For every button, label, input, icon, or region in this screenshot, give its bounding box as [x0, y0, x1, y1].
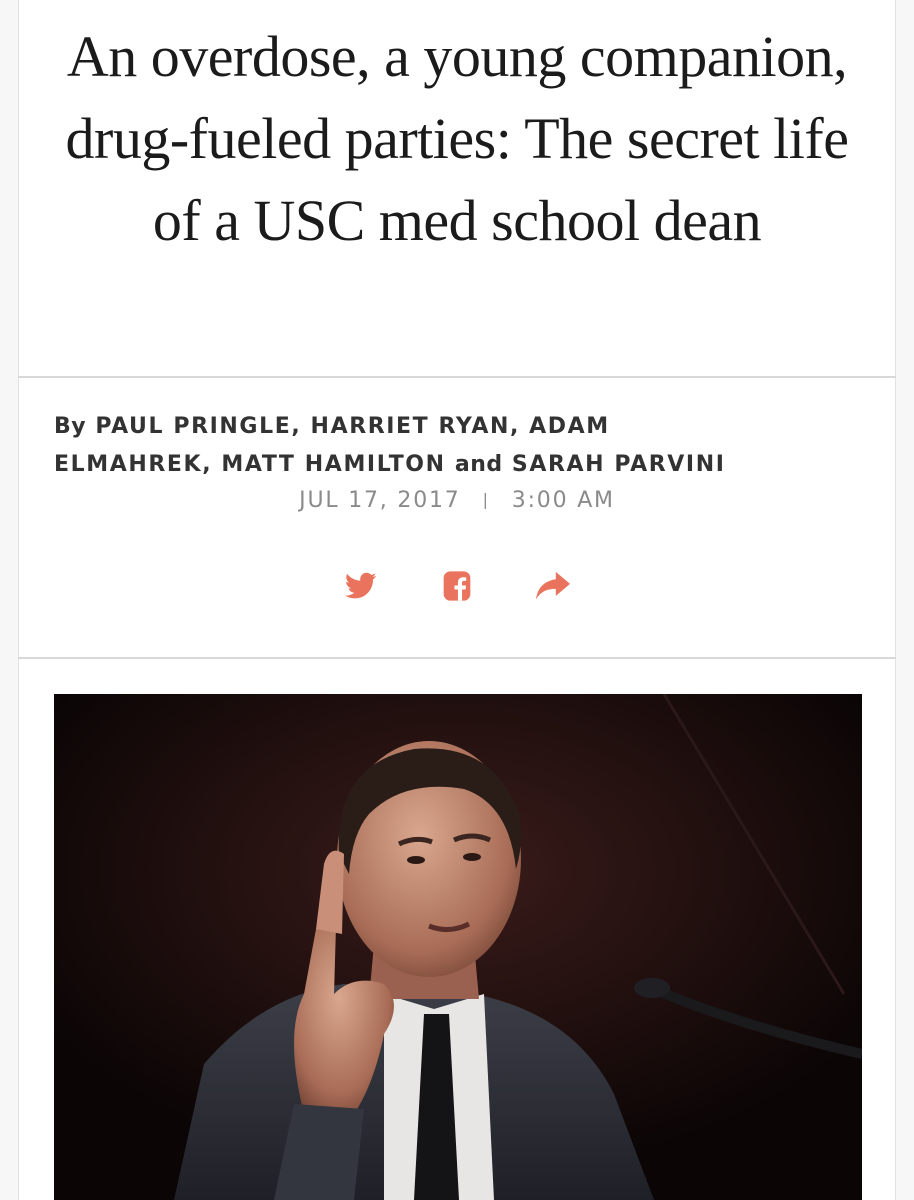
article-dateline: JUL 17, 2017 | 3:00 AM [0, 488, 914, 513]
divider-bottom [18, 657, 896, 659]
share-bar [0, 566, 914, 606]
publish-date: JUL 17, 2017 [299, 488, 461, 513]
article-photo[interactable] [54, 694, 862, 1200]
byline-authors-1[interactable]: PAUL PRINGLE, HARRIET RYAN, ADAM [95, 414, 609, 439]
share-arrow-icon[interactable] [533, 566, 573, 606]
divider-top [18, 376, 896, 378]
byline-prefix: By [54, 414, 87, 439]
facebook-icon[interactable] [437, 566, 477, 606]
byline-authors-2b[interactable]: SARAH PARVINI [512, 452, 726, 477]
speaker-photo-illustration [54, 694, 862, 1200]
publish-time: 3:00 AM [511, 488, 615, 513]
article-byline: By PAUL PRINGLE, HARRIET RYAN, ADAM ELMA… [54, 408, 874, 484]
twitter-icon[interactable] [341, 566, 381, 606]
date-separator: | [482, 490, 490, 509]
byline-authors-2a[interactable]: ELMAHREK, MATT HAMILTON [54, 452, 446, 477]
byline-conjunction: and [454, 452, 503, 477]
article-headline: An overdose, a young companion, drug-fue… [65, 24, 849, 253]
